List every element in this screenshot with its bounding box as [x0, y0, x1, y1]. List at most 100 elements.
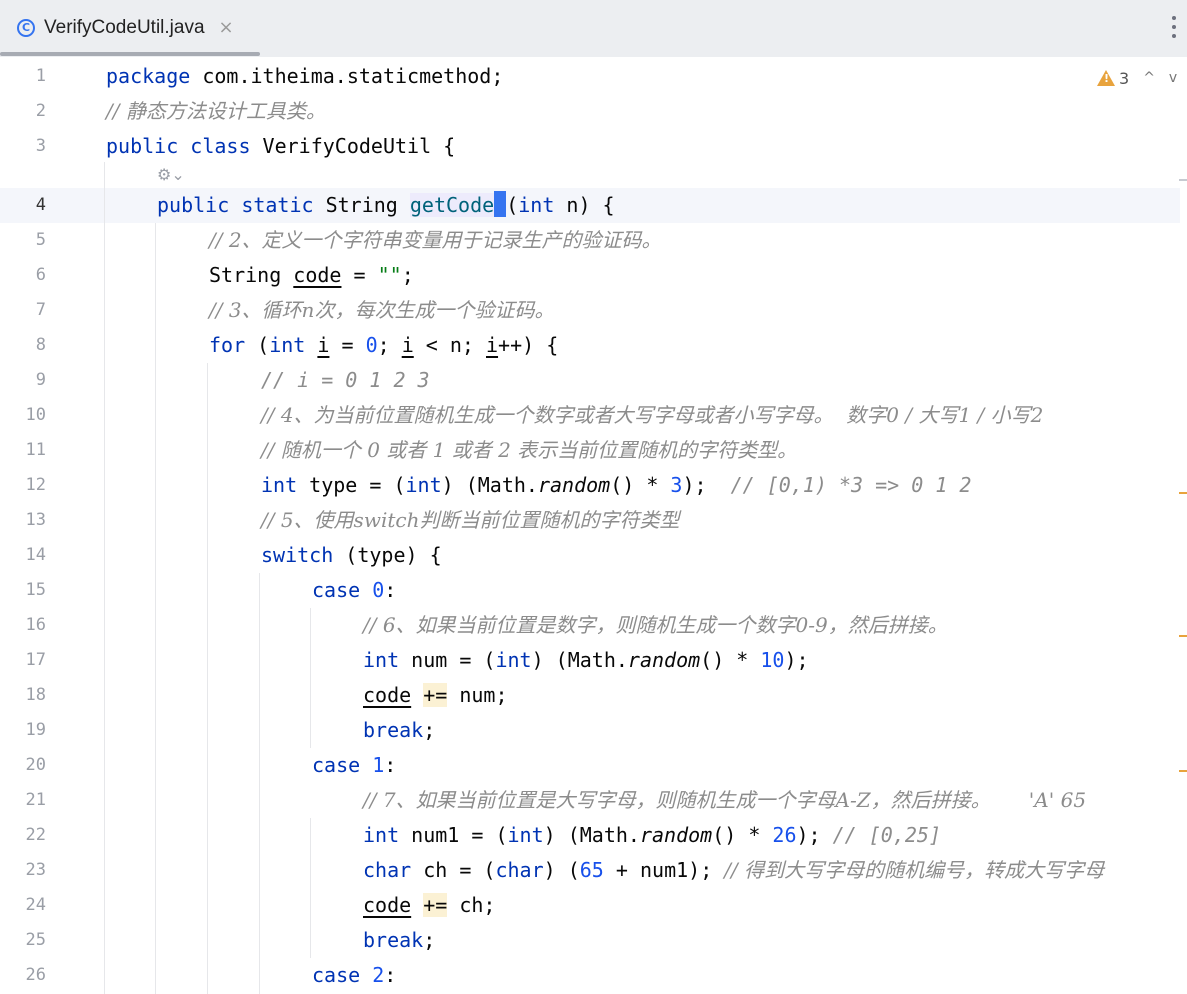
code-text: ; — [401, 263, 414, 287]
code-line: // 6、如果当前位置是数字，则随机生成一个数字0-9，然后拼接。 — [363, 608, 948, 643]
code-line: code += num; — [363, 678, 508, 713]
code-text: ) (Math. — [543, 823, 640, 847]
code-text: n) { — [554, 193, 615, 217]
keyword: case — [312, 578, 361, 602]
line-number: 9 — [35, 370, 46, 390]
code-line: public static String getCode (int n) { — [157, 191, 615, 217]
code-text: ) ( — [543, 858, 580, 882]
number-literal: 0 — [365, 333, 378, 357]
line-number: 22 — [25, 825, 46, 845]
code-line: // 随机一个 0 或者 1 或者 2 表示当前位置随机的字符类型。 — [261, 433, 797, 468]
comment: // 随机一个 0 或者 1 或者 2 表示当前位置随机的字符类型。 — [261, 438, 798, 462]
method-call: random — [627, 648, 701, 672]
line-number: 18 — [25, 685, 46, 705]
code-text: String — [313, 193, 410, 217]
code-line: package com.itheima.staticmethod; — [106, 59, 503, 94]
code-text: ); — [682, 473, 731, 497]
variable: i — [486, 333, 499, 357]
keyword: static — [241, 193, 314, 217]
code-text: = — [329, 333, 366, 357]
warning-icon — [1097, 70, 1115, 86]
code-line: // 7、如果当前位置是大写字母，则随机生成一个字母A-Z，然后拼接。 'A' … — [363, 783, 1086, 818]
editor-tab-bar: C VerifyCodeUtil.java × — [0, 0, 1187, 58]
file-tab[interactable]: C VerifyCodeUtil.java × — [0, 0, 260, 55]
code-text: = — [341, 263, 378, 287]
line-number: 2 — [35, 101, 46, 121]
warning-count: 3 — [1119, 68, 1130, 88]
code-text: () * — [700, 648, 761, 672]
code-line: // 4、为当前位置随机生成一个数字或者大写字母或者小写字母。 数字0 / 大写… — [261, 398, 1043, 433]
line-number: 12 — [25, 475, 46, 495]
keyword: char — [495, 858, 544, 882]
keyword: class — [190, 134, 251, 158]
code-text: num; — [447, 683, 508, 707]
text-caret — [494, 191, 507, 217]
code-text: ch; — [447, 893, 496, 917]
string-literal: "" — [377, 263, 402, 287]
code-line: int num = (int) (Math.random() * 10); — [363, 643, 809, 678]
code-line: switch (type) { — [261, 538, 442, 573]
code-editor[interactable]: 3 ^ v ⚙⌄ 1 2 3 4 5 6 7 8 9 10 11 12 13 1… — [0, 57, 1187, 994]
variable: code — [293, 263, 342, 287]
code-text: ) (Math. — [531, 648, 628, 672]
line-number: 19 — [25, 720, 46, 740]
operator: += — [423, 893, 448, 917]
active-tab-indicator — [0, 52, 260, 56]
code-text: ++) { — [498, 333, 559, 357]
keyword: pu — [157, 193, 182, 217]
code-text: ); — [796, 823, 833, 847]
code-line: break; — [363, 923, 435, 958]
code-text: String — [209, 263, 294, 287]
indent-guide — [310, 608, 311, 748]
code-line: break; — [363, 713, 435, 748]
comment: // 静态方法设计工具类。 — [106, 99, 326, 123]
code-text: ; — [423, 718, 436, 742]
next-highlight-icon[interactable]: v — [1169, 70, 1177, 86]
variable: code — [363, 683, 412, 707]
comment: // 3、循环n次，每次生成一个验证码。 — [209, 298, 555, 322]
keyword: int — [507, 823, 544, 847]
keyword: int — [405, 473, 442, 497]
inspection-widget[interactable]: 3 ^ v — [1097, 67, 1177, 89]
number-literal: 65 — [579, 858, 604, 882]
line-number: 20 — [25, 755, 46, 775]
line-number: 1 — [35, 66, 46, 86]
code-line: case 2: — [312, 958, 396, 993]
code-text: : — [384, 578, 397, 602]
comment: // 2、定义一个字符串变量用于记录生产的验证码。 — [209, 228, 662, 252]
line-number: 17 — [25, 650, 46, 670]
keyword: int — [363, 823, 400, 847]
code-line: int num1 = (int) (Math.random() * 26); /… — [363, 818, 941, 853]
comment: // 7、如果当前位置是大写字母，则随机生成一个字母A-Z，然后拼接。 'A' … — [363, 788, 1087, 812]
scroll-marker — [1179, 635, 1187, 637]
code-text: num = ( — [399, 648, 496, 672]
number-literal: 2 — [372, 963, 385, 987]
code-line: // 3、循环n次，每次生成一个验证码。 — [209, 293, 554, 328]
keyword: package — [106, 64, 191, 88]
code-line: case 1: — [312, 748, 396, 783]
close-tab-icon[interactable]: × — [219, 17, 234, 38]
code-line: // i = 0 1 2 3 — [261, 363, 430, 398]
variable: i — [401, 333, 414, 357]
line-number: 14 — [25, 545, 46, 565]
method-name[interactable]: getCode — [409, 193, 495, 217]
code-text: (type) { — [333, 543, 442, 567]
code-line: case 0: — [312, 573, 396, 608]
generate-code-icon[interactable]: ⚙⌄ — [157, 165, 185, 184]
code-line: int type = (int) (Math.random() * 3); //… — [261, 468, 971, 503]
code-line: // 静态方法设计工具类。 — [106, 94, 326, 129]
keyword: int — [495, 648, 532, 672]
line-number: 23 — [25, 860, 46, 880]
comment: // [0,25] — [832, 823, 942, 847]
more-options-icon[interactable] — [1171, 16, 1177, 38]
keyword: break — [363, 718, 424, 742]
scroll-marker — [1179, 492, 1187, 494]
code-text: ch = ( — [411, 858, 496, 882]
code-line: String code = ""; — [209, 258, 414, 293]
previous-highlight-icon[interactable]: ^ — [1143, 70, 1155, 86]
keyword: public — [106, 134, 179, 158]
code-text: < n; — [413, 333, 486, 357]
